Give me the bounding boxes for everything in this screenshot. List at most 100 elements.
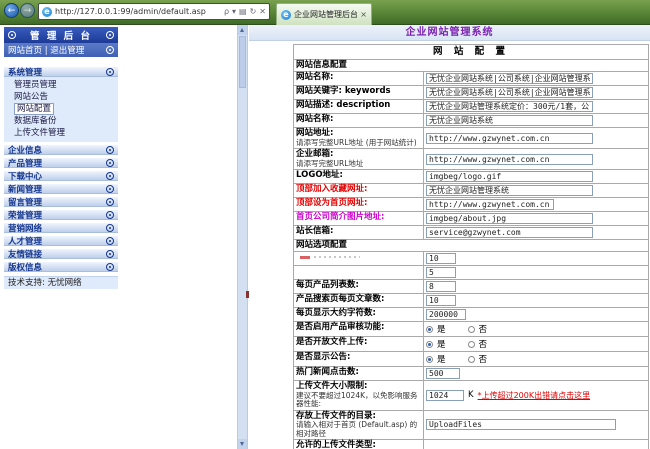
logout-link[interactable]: 退出管理 (50, 46, 84, 56)
row-products-per-page: 每页产品列表数: (293, 280, 649, 294)
input-keywords[interactable] (426, 87, 593, 98)
sidebar-section-2[interactable]: 产品管理 (4, 157, 118, 169)
radio-show-notice-是[interactable] (426, 355, 433, 363)
page-title: 企业网站管理系统 (249, 25, 650, 41)
value-upload-types (424, 440, 648, 449)
dropdown-icon[interactable]: ▾ (232, 7, 236, 16)
input-about-image[interactable] (426, 213, 593, 224)
browser-tab[interactable]: e 企业网站管理后台 × (276, 3, 372, 25)
input-product-search-per-page[interactable] (426, 295, 456, 306)
sidebar-section-10[interactable]: 版权信息 (4, 261, 118, 273)
collapse-icon[interactable] (106, 249, 114, 258)
sidebar-item-网站公告[interactable]: 网站公告 (4, 91, 118, 103)
collapse-icon[interactable] (106, 197, 114, 206)
collapse-icon[interactable] (106, 145, 114, 154)
collapse-icon[interactable] (106, 210, 114, 219)
input-chars-per-page[interactable] (426, 309, 466, 320)
value-site-name (424, 72, 648, 85)
scroll-up-icon[interactable] (238, 25, 247, 35)
radio-product-audit-是[interactable] (426, 325, 433, 333)
search-icon[interactable]: ρ (224, 7, 229, 16)
sidebar-item-网站配置[interactable]: 网站配置 (4, 103, 118, 115)
sidebar-section-label: 版权信息 (8, 262, 43, 273)
input-option-1[interactable] (426, 253, 456, 264)
radio-show-notice-否[interactable] (467, 355, 475, 363)
radio-product-audit-否[interactable] (467, 325, 475, 333)
input-upload-dir[interactable] (426, 419, 616, 431)
label-webmaster-mail: 站长信箱: (294, 226, 424, 239)
label-upload-dir: 存放上传文件的目录: 请输入相对于首页 (Default.asp) 的相对路径 (294, 410, 424, 439)
collapse-icon[interactable] (106, 184, 114, 193)
collapse-icon[interactable] (106, 262, 114, 271)
input-site-url[interactable] (426, 132, 593, 144)
sidebar-section-5[interactable]: 留言管理 (4, 196, 118, 208)
input-option-2[interactable] (426, 267, 456, 278)
form-rows: 网站信息配置网站名称:网站关键字: keywords网站描述: descript… (293, 60, 649, 449)
collapse-icon[interactable] (106, 223, 114, 232)
input-webmaster-mail[interactable] (426, 227, 593, 238)
sidebar-item-数据库备份[interactable]: 数据库备份 (4, 115, 118, 127)
value-about-image (424, 212, 648, 225)
sidebar-section-7[interactable]: 营销网络 (4, 222, 118, 234)
sidebar-section-9[interactable]: 友情链接 (4, 248, 118, 260)
value-description (424, 100, 648, 113)
sidebar-title: 管 理 后 台 (30, 31, 92, 42)
home-link[interactable]: 网站首页 (8, 46, 42, 56)
scrollbar-thumb[interactable] (239, 36, 246, 88)
value-upload-size-limit: K *上传超过200K出错请点击这里 (424, 381, 648, 410)
compatibility-icon[interactable]: ▤ (239, 7, 247, 16)
suffix-upload-size-limit: K (468, 390, 474, 401)
url-text[interactable]: http://127.0.0.1:99/admin/default.asp (55, 7, 224, 16)
row-webmaster-mail: 站长信箱: (293, 226, 649, 240)
tab-close-icon[interactable]: × (360, 10, 367, 19)
input-homepage-url[interactable] (426, 199, 554, 210)
address-bar[interactable]: e http://127.0.0.1:99/admin/default.asp … (38, 3, 270, 20)
label-show-notice: 是否显示公告: (294, 352, 424, 366)
refresh-icon[interactable]: ↻ (250, 7, 257, 16)
input-hot-news-clicks[interactable] (426, 368, 460, 379)
value-keywords (424, 86, 648, 99)
input-company-mail[interactable] (426, 153, 593, 165)
note-link-upload-size-limit[interactable]: *上传超过200K出错请点击这里 (478, 390, 591, 401)
sidebar-section-6[interactable]: 荣誉管理 (4, 209, 118, 221)
radio-file-upload-open-否[interactable] (467, 340, 475, 348)
sidebar-section-0[interactable]: 系统管理 (4, 66, 118, 78)
collapse-icon[interactable] (106, 67, 114, 76)
sidebar-section-3[interactable]: 下载中心 (4, 170, 118, 182)
collapse-icon[interactable] (106, 158, 114, 167)
collapse-icon[interactable] (106, 236, 114, 245)
page: 管 理 后 台 网站首页 | 退出管理 系统管理 管理员管理 网站公告 网站配置 数据库… (0, 25, 650, 449)
admin-icon (8, 31, 16, 39)
radio-file-upload-open-是[interactable] (426, 340, 433, 348)
sidebar-section-label: 企业信息 (8, 145, 43, 156)
input-products-per-page[interactable] (426, 281, 456, 292)
sidebar-section-label: 系统管理 (8, 67, 43, 78)
value-upload-dir (424, 411, 648, 440)
input-favorite-title[interactable] (426, 185, 593, 196)
input-logo-path[interactable] (426, 171, 593, 182)
label-site-short-name: 网站名称: (294, 114, 424, 127)
forward-button[interactable]: → (20, 3, 35, 18)
back-button[interactable]: ← (4, 3, 19, 18)
sidebar-header: 管 理 后 台 (4, 27, 118, 43)
value-homepage-url (424, 198, 648, 211)
input-site-short-name[interactable] (426, 115, 593, 126)
stop-icon[interactable]: ✕ (259, 7, 266, 16)
radio-label-show-notice-是: 是 (437, 355, 446, 365)
radio-label-show-notice-否: 否 (478, 355, 488, 365)
row-option-1 (293, 252, 649, 266)
sidebar-section-4[interactable]: 新闻管理 (4, 183, 118, 195)
sidebar-section-8[interactable]: 人才管理 (4, 235, 118, 247)
collapse-icon[interactable] (106, 171, 114, 180)
scroll-down-icon[interactable] (238, 439, 247, 449)
input-site-name[interactable] (426, 73, 593, 84)
sidebar-section-label: 荣誉管理 (8, 210, 43, 221)
sidebar-item-管理员管理[interactable]: 管理员管理 (4, 79, 118, 91)
sidebar-item-上传文件管理[interactable]: 上传文件管理 (4, 127, 118, 139)
sidebar-section-1[interactable]: 企业信息 (4, 144, 118, 156)
panel-toggle-icon[interactable] (106, 31, 114, 39)
collapse-icon[interactable] (106, 46, 114, 54)
left-frame-scrollbar[interactable] (237, 25, 249, 449)
input-upload-size-limit[interactable] (426, 389, 464, 401)
input-description[interactable] (426, 101, 593, 112)
